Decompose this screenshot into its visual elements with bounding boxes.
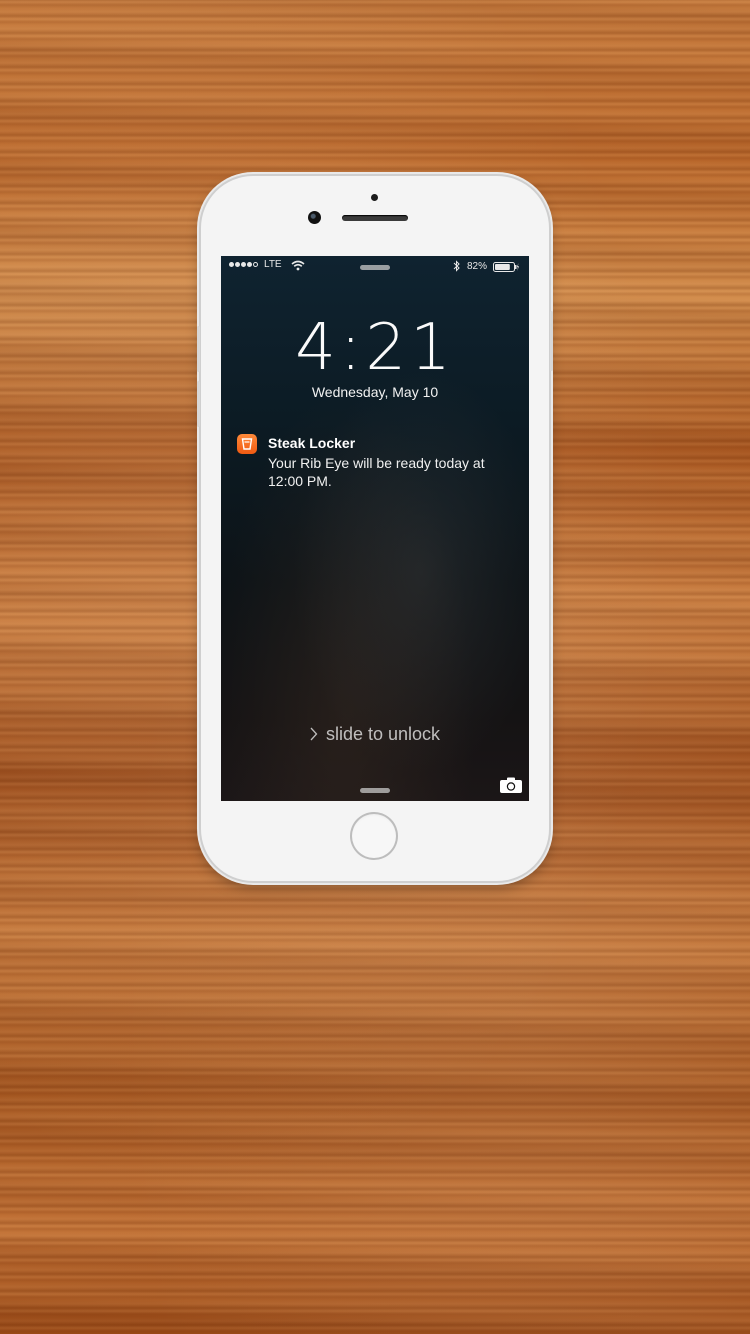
earpiece-speaker [342, 215, 408, 221]
iphone-device: LTE 82% 4:21 Wednesday, May 10 Steak Loc… [197, 176, 553, 881]
slide-to-unlock[interactable]: slide to unlock [221, 724, 529, 745]
front-camera [308, 211, 321, 224]
lock-screen-date: Wednesday, May 10 [311, 384, 439, 400]
carrier-label: LTE [264, 259, 282, 270]
battery-percentage: 82% [467, 261, 488, 272]
home-button[interactable] [350, 812, 398, 860]
lock-screen[interactable]: LTE 82% 4:21 Wednesday, May 10 Steak Loc… [221, 256, 529, 801]
notification-message: Your Rib Eye will be ready today at 12:0… [268, 455, 485, 489]
notification-center-grabber[interactable] [360, 265, 390, 270]
steak-locker-app-icon [237, 434, 257, 454]
signal-strength-icon [229, 262, 258, 267]
power-button[interactable] [550, 311, 553, 371]
battery-icon [493, 262, 519, 272]
lock-screen-time: 4:21 [295, 311, 455, 385]
control-center-grabber[interactable] [360, 788, 390, 793]
notification-title: Steak Locker [268, 435, 356, 451]
proximity-sensor [371, 194, 378, 201]
volume-down-button[interactable] [197, 381, 200, 427]
status-bar: LTE 82% [221, 256, 529, 278]
slide-to-unlock-label: slide to unlock [325, 724, 441, 744]
bluetooth-icon [453, 260, 460, 272]
camera-icon[interactable] [499, 776, 523, 794]
chevron-right-icon [310, 727, 318, 741]
wifi-icon [291, 260, 305, 271]
volume-up-button[interactable] [197, 326, 200, 372]
